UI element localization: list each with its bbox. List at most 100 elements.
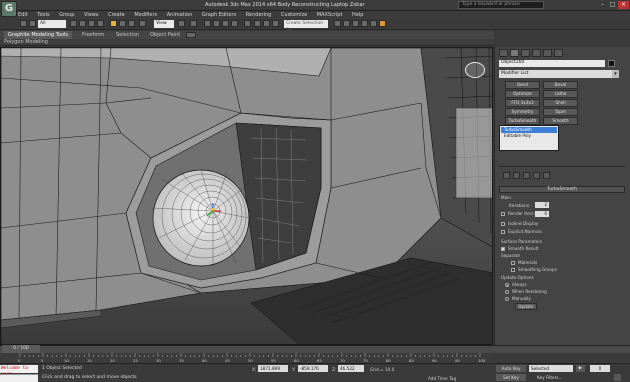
select-rotate-icon[interactable]	[119, 20, 126, 27]
menu-animation[interactable]: Animation	[167, 11, 193, 19]
materials-checkbox[interactable]	[511, 261, 515, 265]
set-key-button[interactable]: Set Key	[496, 374, 526, 381]
key-filters-button[interactable]: Key Filters...	[529, 374, 573, 381]
rect-selection-icon[interactable]	[88, 20, 95, 27]
tab-freeform[interactable]: Freeform	[78, 31, 108, 39]
menu-create[interactable]: Create	[108, 11, 125, 19]
viewcube-icon[interactable]	[465, 62, 485, 78]
hierarchy-tab-icon[interactable]	[521, 49, 530, 57]
modifier-button-turbosmooth[interactable]: TurboSmooth	[505, 117, 540, 125]
redo-icon[interactable]	[29, 20, 36, 27]
modify-tab-icon[interactable]	[510, 49, 519, 57]
mirror-icon[interactable]	[254, 20, 261, 27]
schematic-view-icon[interactable]	[343, 20, 350, 27]
manually-radio[interactable]	[505, 297, 509, 301]
pivot-icon[interactable]	[178, 20, 185, 27]
perspective-viewport[interactable]	[0, 47, 493, 345]
select-by-name-icon[interactable]	[79, 20, 86, 27]
select-object-icon[interactable]	[70, 20, 77, 27]
menu-edit[interactable]: Edit	[18, 11, 28, 19]
z-coordinate-field[interactable]: 46.522	[338, 365, 364, 372]
menu-rendering[interactable]: Rendering	[246, 11, 272, 19]
menu-views[interactable]: Views	[84, 11, 98, 19]
tab-graphite-modeling-tools[interactable]: Graphite Modeling Tools	[4, 31, 73, 39]
modifier-button-symmetry[interactable]: Symmetry	[505, 108, 540, 116]
utilities-tab-icon[interactable]	[554, 49, 563, 57]
stack-item-editable-poly[interactable]: Editable Poly	[501, 133, 557, 139]
key-mode-dropdown[interactable]: Selected	[529, 365, 573, 372]
add-time-tag-button[interactable]: Add Time Tag	[428, 376, 456, 381]
current-frame-field[interactable]: 0	[590, 365, 610, 372]
update-button[interactable]: Update	[515, 303, 537, 310]
time-slider[interactable]: 0 / 100	[2, 345, 40, 353]
modifier-button-taper[interactable]: Taper	[543, 108, 578, 116]
smooth-result-checkbox[interactable]	[501, 247, 505, 251]
iterations-spinner[interactable]: 2	[535, 202, 549, 208]
modifier-button-smooth[interactable]: Smooth	[543, 117, 578, 125]
render-production-icon[interactable]	[379, 20, 386, 27]
maxscript-listener[interactable]: Welcome to MAXScr	[0, 365, 38, 378]
object-name-field[interactable]: Object160	[499, 60, 605, 67]
track-bar[interactable]: 0 5 10 15 20 25 30 35 40 45 50 55 60 65 70 75 80 85 90 95 10…	[0, 353, 490, 363]
modifier-button-ffd[interactable]: FFD 3x3x3	[505, 99, 540, 107]
render-setup-icon[interactable]	[361, 20, 368, 27]
align-icon[interactable]	[263, 20, 270, 27]
curve-editor-icon[interactable]	[334, 20, 341, 27]
configure-sets-icon[interactable]	[543, 172, 550, 179]
manipulate-icon[interactable]	[190, 20, 197, 27]
reference-coord-dropdown[interactable]: View	[154, 20, 174, 28]
render-iters-checkbox[interactable]	[501, 212, 505, 216]
menu-maxscript[interactable]: MAXScript	[317, 11, 343, 19]
link-icon[interactable]	[139, 20, 146, 27]
layer-icon[interactable]	[272, 20, 279, 27]
material-editor-icon[interactable]	[352, 20, 359, 27]
select-move-icon[interactable]	[110, 20, 117, 27]
rendered-frame-icon[interactable]	[370, 20, 377, 27]
modifier-stack-list[interactable]: TurboSmooth Editable Poly	[499, 125, 559, 151]
modifier-button-lathe[interactable]: Lathe	[543, 90, 578, 98]
maximize-icon[interactable]: □	[608, 1, 617, 9]
percent-snap-icon[interactable]	[222, 20, 229, 27]
time-slider-track[interactable]	[0, 345, 630, 353]
edit-named-sel-icon[interactable]	[244, 20, 251, 27]
minimize-icon[interactable]: –	[598, 1, 607, 9]
display-tab-icon[interactable]	[543, 49, 552, 57]
snap-icon[interactable]	[204, 20, 211, 27]
maxscript-input[interactable]	[0, 374, 38, 382]
menu-help[interactable]: Help	[352, 11, 363, 19]
app-logo[interactable]: G	[1, 1, 17, 17]
named-selection-set-dropdown[interactable]: Create Selection Se	[284, 20, 328, 33]
isoline-display-checkbox[interactable]	[501, 222, 505, 226]
chevron-down-icon[interactable]: ▾	[612, 70, 619, 78]
modifier-button-optimize[interactable]: Optimize	[505, 90, 540, 98]
menu-modifiers[interactable]: Modifiers	[134, 11, 157, 19]
motion-tab-icon[interactable]	[532, 49, 541, 57]
menu-tools[interactable]: Tools	[37, 11, 49, 19]
select-scale-icon[interactable]	[128, 20, 135, 27]
smoothing-groups-checkbox[interactable]	[511, 268, 515, 272]
tab-object-paint[interactable]: Object Paint	[146, 31, 184, 39]
selection-filter-dropdown[interactable]: All	[38, 20, 66, 28]
tab-selection[interactable]: Selection	[112, 31, 143, 39]
modifier-button-bend[interactable]: Bend	[505, 81, 540, 89]
menu-group[interactable]: Group	[59, 11, 74, 19]
zoom-extents-icon[interactable]	[614, 374, 621, 381]
spinner-snap-icon[interactable]	[231, 20, 238, 27]
x-coordinate-field[interactable]: 1871.899	[258, 365, 288, 372]
close-icon[interactable]: ×	[618, 1, 629, 9]
rollout-title[interactable]: TurboSmooth	[499, 186, 625, 193]
modifier-button-bevel[interactable]: Bevel	[543, 81, 578, 89]
make-unique-icon[interactable]	[523, 172, 530, 179]
menu-customize[interactable]: Customize	[281, 11, 307, 19]
menu-graph-editors[interactable]: Graph Editors	[202, 11, 236, 19]
angle-snap-icon[interactable]	[213, 20, 220, 27]
search-input[interactable]: Type a keyword or phrase	[458, 1, 544, 9]
auto-key-button[interactable]: Auto Key	[496, 365, 526, 372]
show-end-result-icon[interactable]	[513, 172, 520, 179]
object-color-swatch[interactable]	[608, 60, 615, 67]
pin-stack-icon[interactable]	[503, 172, 510, 179]
modifier-button-shell[interactable]: Shell	[543, 99, 578, 107]
remove-modifier-icon[interactable]	[533, 172, 540, 179]
always-radio[interactable]	[505, 283, 509, 287]
window-crossing-icon[interactable]	[97, 20, 104, 27]
